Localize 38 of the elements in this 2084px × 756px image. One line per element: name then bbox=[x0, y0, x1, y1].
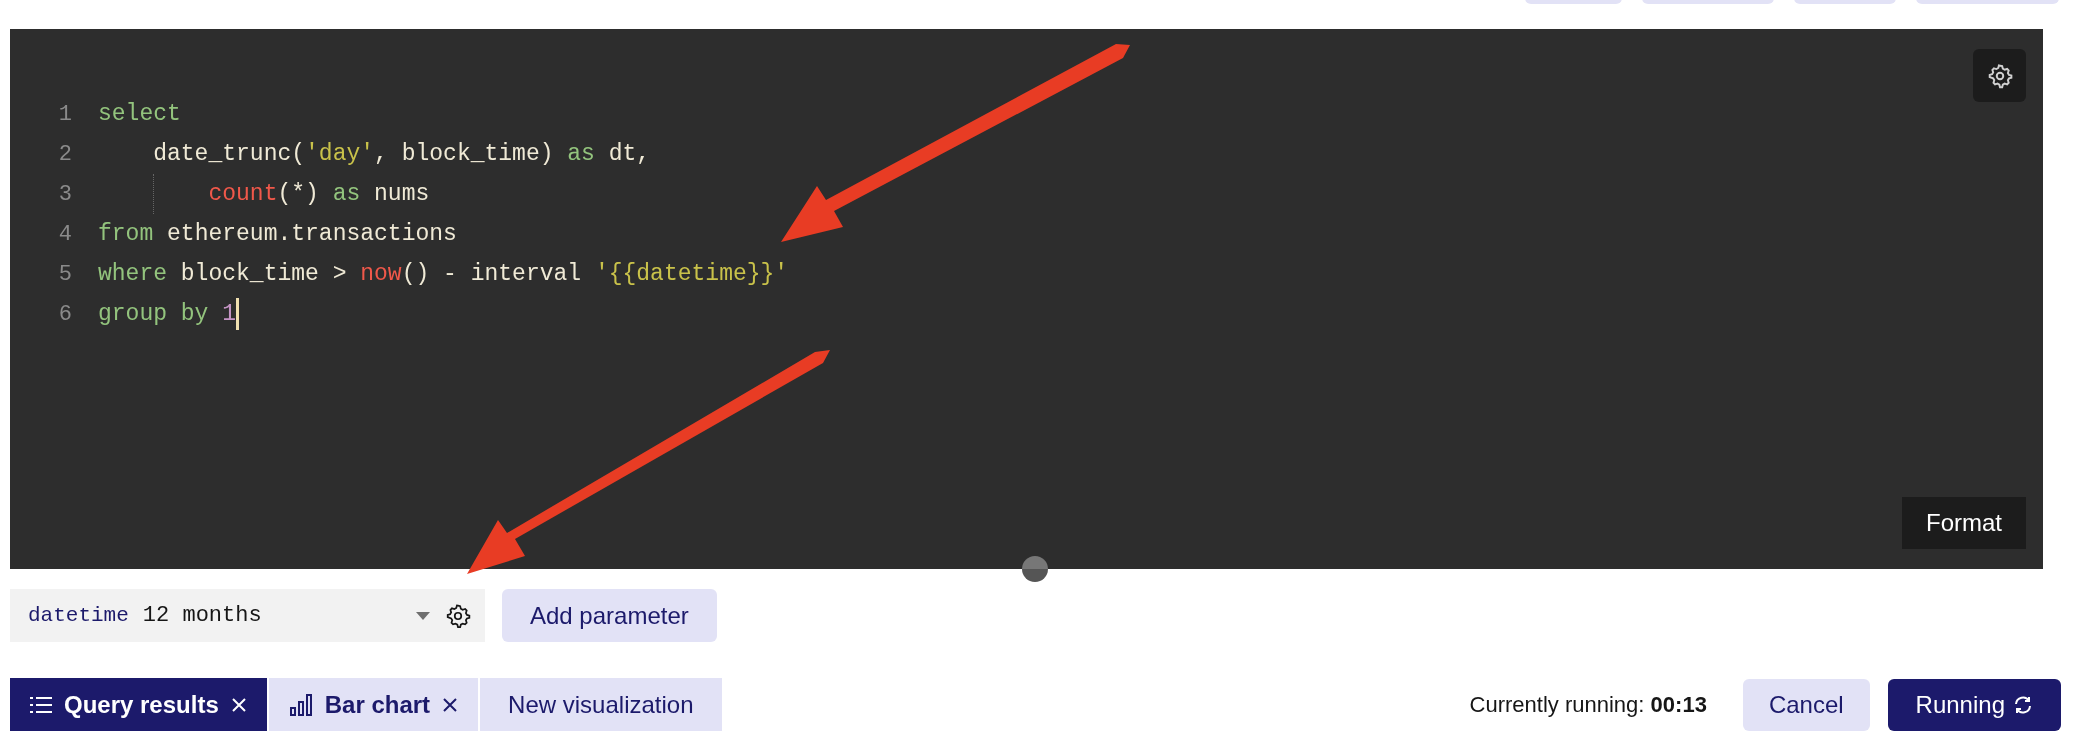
code-line: count(*) as nums bbox=[207, 179, 430, 209]
line-number: 6 bbox=[57, 300, 73, 329]
resize-handle[interactable] bbox=[1022, 556, 1048, 582]
run-button[interactable]: Running bbox=[1887, 678, 2061, 731]
line-number: 3 bbox=[57, 180, 73, 209]
parameter-value: 12 months bbox=[142, 602, 263, 630]
settings-icon[interactable] bbox=[445, 602, 471, 629]
code-line: date_trunc('day', block_time) as dt, bbox=[152, 139, 651, 169]
add-parameter-button[interactable]: Add parameter bbox=[502, 589, 717, 642]
refresh-icon bbox=[2013, 694, 2033, 715]
code-line: group by 1 bbox=[98, 299, 237, 329]
parameter-name: datetime bbox=[28, 602, 129, 629]
tab[interactable]: Query results bbox=[10, 678, 267, 731]
settings-icon bbox=[1986, 62, 2013, 89]
status-label: Currently running: bbox=[1469, 692, 1645, 717]
dropdown-caret-icon[interactable] bbox=[415, 610, 431, 621]
line-number: 2 bbox=[57, 140, 73, 169]
close-icon[interactable] bbox=[442, 696, 459, 713]
tab-label: Bar chart bbox=[324, 689, 431, 720]
tab-label: New visualization bbox=[508, 689, 694, 720]
line-number: 4 bbox=[57, 220, 73, 249]
elapsed-time: 00:13 bbox=[1650, 692, 1707, 717]
bar-chart-icon bbox=[288, 692, 313, 717]
text-cursor bbox=[236, 298, 240, 330]
tab[interactable]: New visualization bbox=[480, 678, 722, 731]
format-button[interactable]: Format bbox=[1902, 497, 2026, 549]
line-number: 1 bbox=[57, 100, 73, 129]
tab-label: Query results bbox=[64, 689, 219, 720]
settings-button[interactable] bbox=[1973, 49, 2026, 102]
cancel-button[interactable]: Cancel bbox=[1742, 678, 1870, 731]
line-number: 5 bbox=[57, 260, 73, 289]
code-line: from ethereum.transactions bbox=[98, 219, 457, 249]
code-line: select bbox=[98, 99, 181, 129]
list-icon bbox=[30, 695, 52, 714]
code-line: where block_time > now() - interval '{{datetime}}' bbox=[98, 259, 789, 289]
tab[interactable]: Bar chart bbox=[268, 678, 479, 731]
parameter-field[interactable]: datetime 12 months bbox=[10, 589, 485, 642]
code-editor[interactable]: 1 select 2 date_trunc('day', block_time) as dt, 3 count(*) as nums 4 from ethereum.transactions 5 where block_time > now() - interval '{{datetime}}' 6 group by 1 Format bbox=[10, 29, 2043, 569]
